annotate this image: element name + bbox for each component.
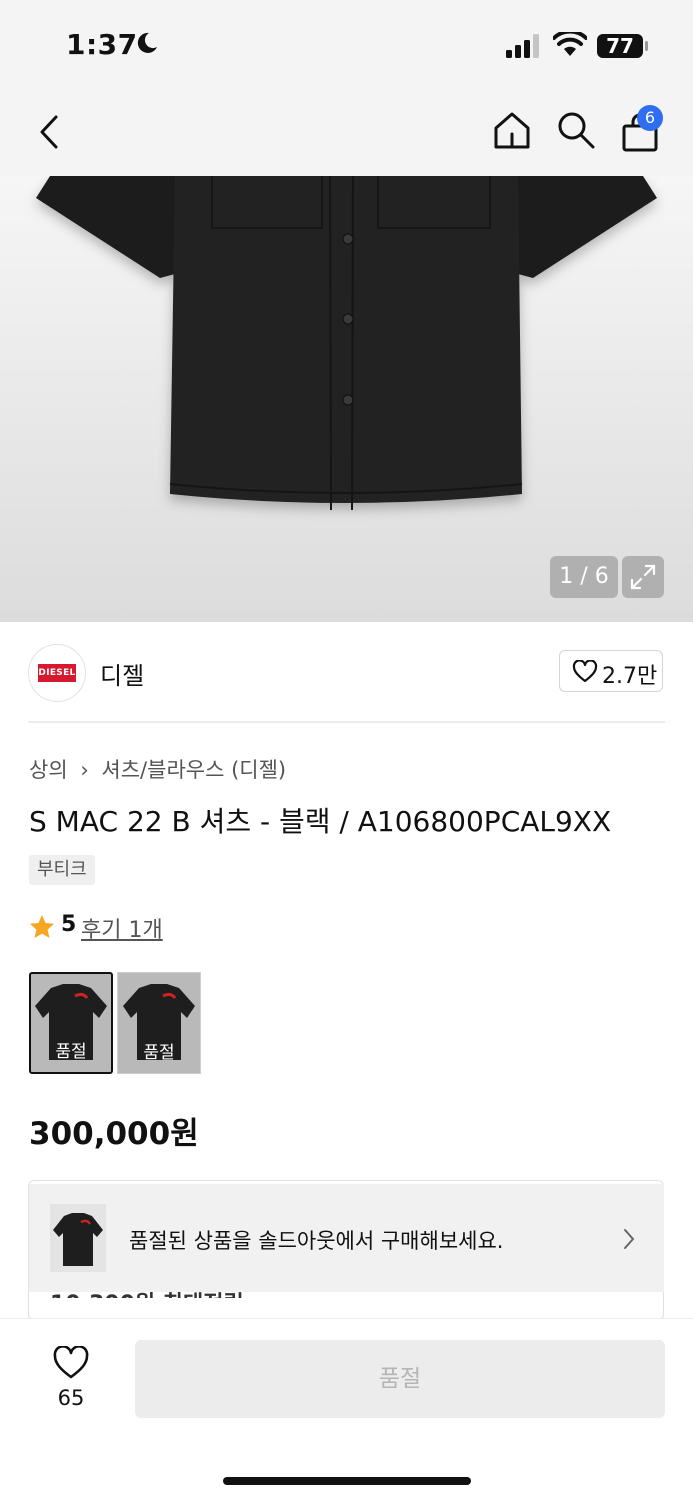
status-time: 1:37 (66, 28, 138, 61)
brand-like-count: 2.7만 (602, 664, 658, 689)
cellular-signal-icon (506, 34, 539, 58)
purchase-button[interactable]: 품절 (135, 1340, 665, 1418)
heart-icon (572, 660, 598, 683)
expand-icon (630, 564, 656, 590)
product-tag: 부티크 (29, 855, 95, 885)
breadcrumb-item-top[interactable]: 상의 (29, 758, 68, 782)
sold-out-label: 품절 (143, 1043, 175, 1063)
sold-out-label: 품절 (55, 1042, 87, 1062)
home-icon[interactable] (492, 110, 532, 150)
wifi-icon (553, 32, 587, 56)
rating-score: 5 (61, 912, 77, 937)
cart-count-badge: 6 (637, 105, 663, 131)
banner-thumbnail (50, 1204, 106, 1272)
top-nav-bar: 6 (0, 88, 693, 176)
cart-button[interactable]: 6 (620, 105, 664, 154)
review-count-link[interactable]: 후기 1개 (81, 912, 163, 944)
chevron-right-icon (624, 1229, 635, 1249)
color-option-1[interactable]: 품절 (29, 972, 113, 1074)
color-option-2[interactable]: 품절 (117, 972, 201, 1074)
moon-icon (137, 32, 157, 53)
rating-summary: 5 후기 1개 (29, 912, 229, 944)
divider (28, 721, 665, 723)
product-title: S MAC 22 B 셔츠 - 블랙 / A106800PCAL9XX (29, 805, 612, 838)
battery-indicator: 77 (596, 33, 650, 59)
breadcrumb: 상의 › 셔츠/블라우스 (디젤) (29, 754, 286, 784)
banner-text: 품절된 상품을 솔드아웃에서 구매해보세요. (129, 1229, 504, 1253)
product-price: 300,000원 (29, 1116, 199, 1152)
star-icon (30, 915, 54, 938)
chevron-right-icon: › (80, 758, 89, 782)
brand-logo[interactable]: DIESEL (28, 644, 86, 702)
brand-like-button[interactable]: 2.7만 (559, 650, 663, 692)
soldout-promo-banner[interactable]: 품절된 상품을 솔드아웃에서 구매해보세요. (29, 1184, 664, 1292)
back-arrow-icon[interactable] (36, 114, 64, 150)
battery-level: 77 (606, 34, 634, 58)
home-indicator (223, 1477, 471, 1485)
expand-gallery-button[interactable] (622, 556, 664, 598)
wishlist-heart-icon[interactable] (52, 1346, 90, 1380)
diesel-logo-mark: DIESEL (38, 664, 76, 682)
brand-name-link[interactable]: 디젤 (100, 656, 144, 691)
wishlist-count: 65 (57, 1386, 85, 1410)
breadcrumb-item-shirts[interactable]: 셔츠/블라우스 (디젤) (101, 758, 286, 782)
gallery-page-indicator: 1 / 6 (550, 556, 618, 598)
search-icon[interactable] (556, 110, 596, 150)
